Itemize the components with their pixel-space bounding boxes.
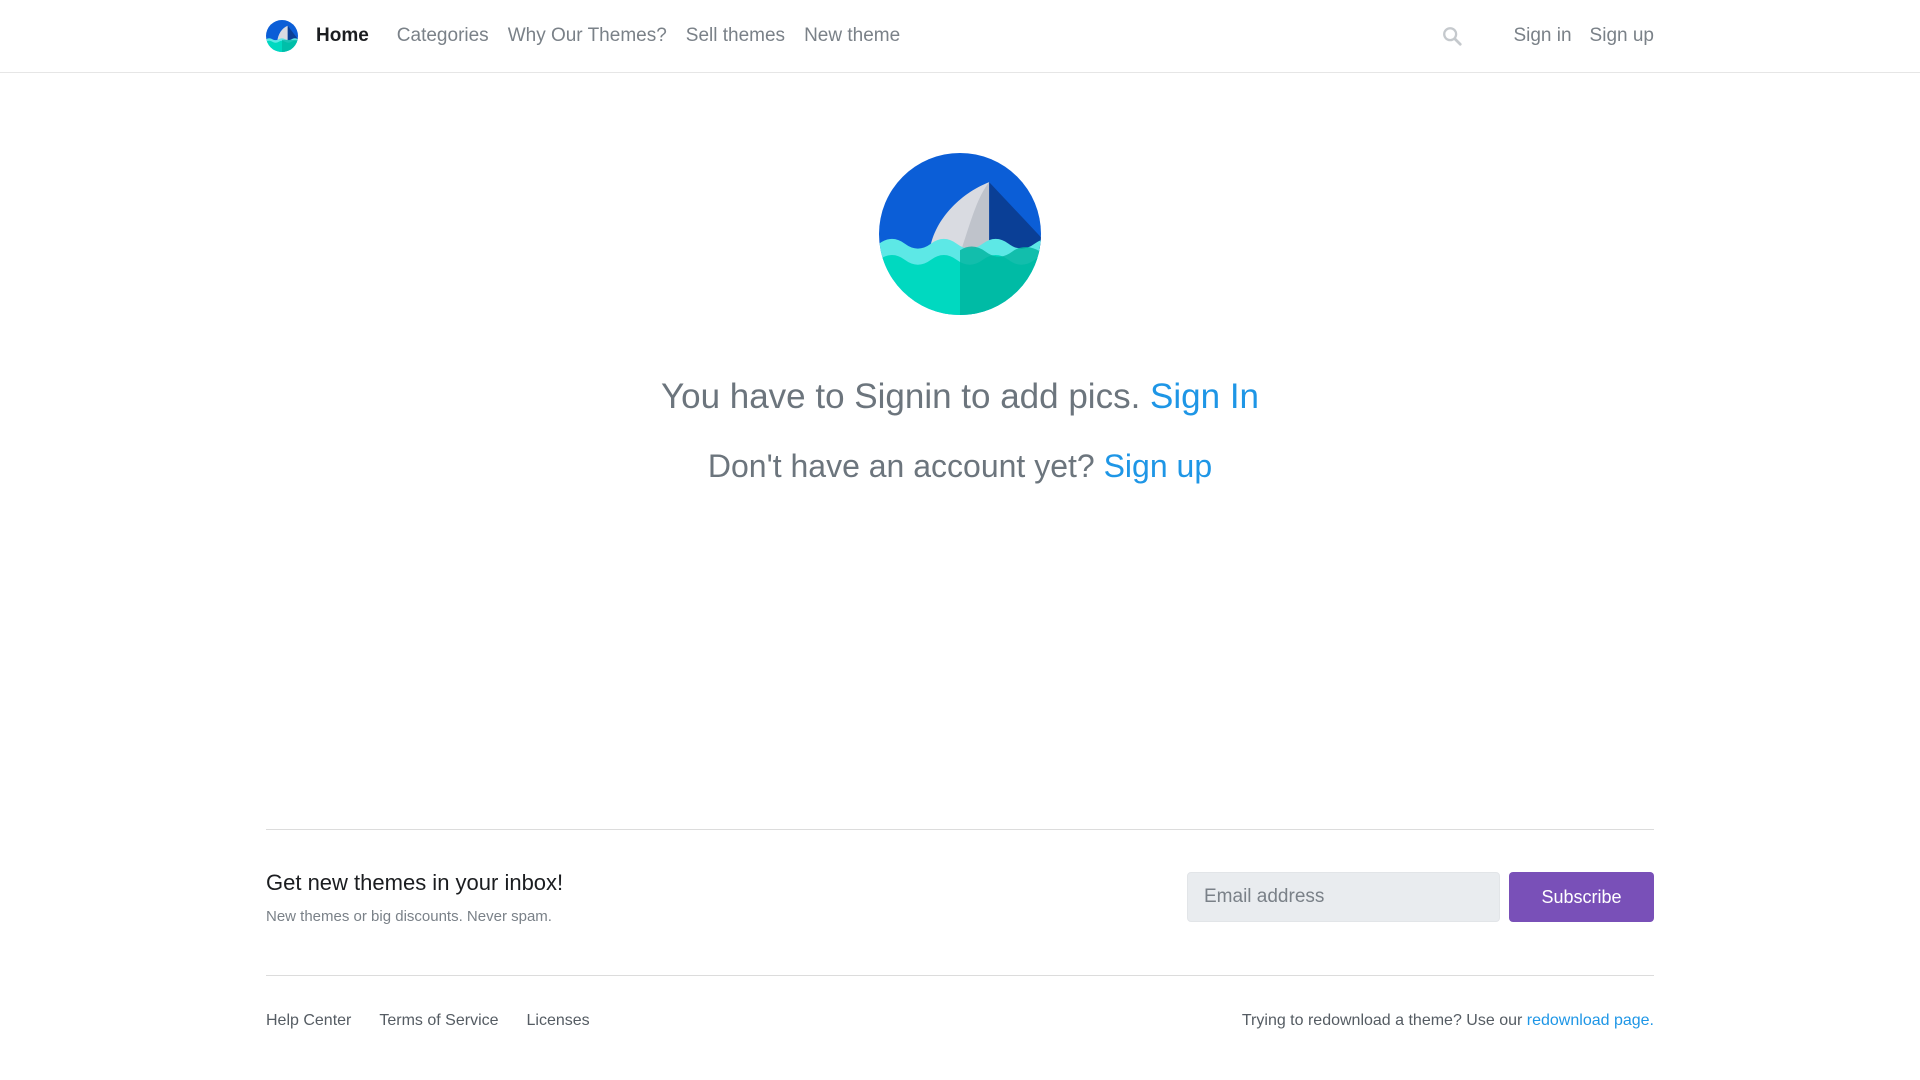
brand-logo-icon[interactable]: [266, 20, 298, 52]
navbar-right: Sign in Sign up: [1441, 25, 1654, 47]
sign-up-link[interactable]: Sign up: [1590, 25, 1654, 47]
no-account-message: Don't have an account yet? Sign up: [0, 448, 1920, 485]
sign-in-link[interactable]: Sign in: [1513, 25, 1571, 47]
footer-divider-top: [266, 829, 1654, 830]
nav-item-home[interactable]: Home: [316, 25, 369, 47]
footer-divider-bottom: [266, 975, 1654, 976]
top-navbar: Home Categories Why Our Themes? Sell the…: [0, 0, 1920, 73]
nav-item-categories[interactable]: Categories: [397, 25, 489, 47]
sign-in-inline-link[interactable]: Sign In: [1150, 377, 1259, 416]
nav-item-why-our-themes[interactable]: Why Our Themes?: [508, 25, 667, 47]
search-icon[interactable]: [1441, 25, 1463, 47]
subscribe-button[interactable]: Subscribe: [1509, 872, 1654, 922]
redownload-page-link[interactable]: redownload page.: [1527, 1012, 1654, 1029]
no-account-text: Don't have an account yet?: [707, 448, 1095, 484]
navbar-inner: Home Categories Why Our Themes? Sell the…: [266, 0, 1654, 72]
footer-link-help-center[interactable]: Help Center: [266, 1012, 351, 1030]
signin-required-section: You have to Signin to add pics. Sign In …: [0, 153, 1920, 484]
email-input[interactable]: [1187, 872, 1500, 922]
newsletter-section: Get new themes in your inbox! New themes…: [266, 865, 1654, 925]
redownload-text: Trying to redownload a theme? Use our: [1241, 1012, 1523, 1029]
signin-message-text: You have to Signin to add pics.: [660, 377, 1141, 416]
newsletter-subtitle: New themes or big discounts. Never spam.: [266, 908, 552, 925]
sign-up-inline-link[interactable]: Sign up: [1104, 448, 1213, 484]
footer-links: Help Center Terms of Service Licenses: [266, 1012, 618, 1030]
nav-item-sell-themes[interactable]: Sell themes: [686, 25, 785, 47]
newsletter-title: Get new themes in your inbox!: [266, 870, 564, 895]
redownload-notice: Trying to redownload a theme? Use our re…: [1242, 1012, 1654, 1030]
brand-logo-large-icon: [879, 153, 1041, 315]
footer: Help Center Terms of Service Licenses Tr…: [266, 1012, 1654, 1036]
signin-required-message: You have to Signin to add pics. Sign In: [0, 377, 1920, 417]
footer-link-licenses[interactable]: Licenses: [527, 1012, 590, 1030]
footer-link-terms-of-service[interactable]: Terms of Service: [379, 1012, 498, 1030]
nav-item-new-theme[interactable]: New theme: [804, 25, 900, 47]
